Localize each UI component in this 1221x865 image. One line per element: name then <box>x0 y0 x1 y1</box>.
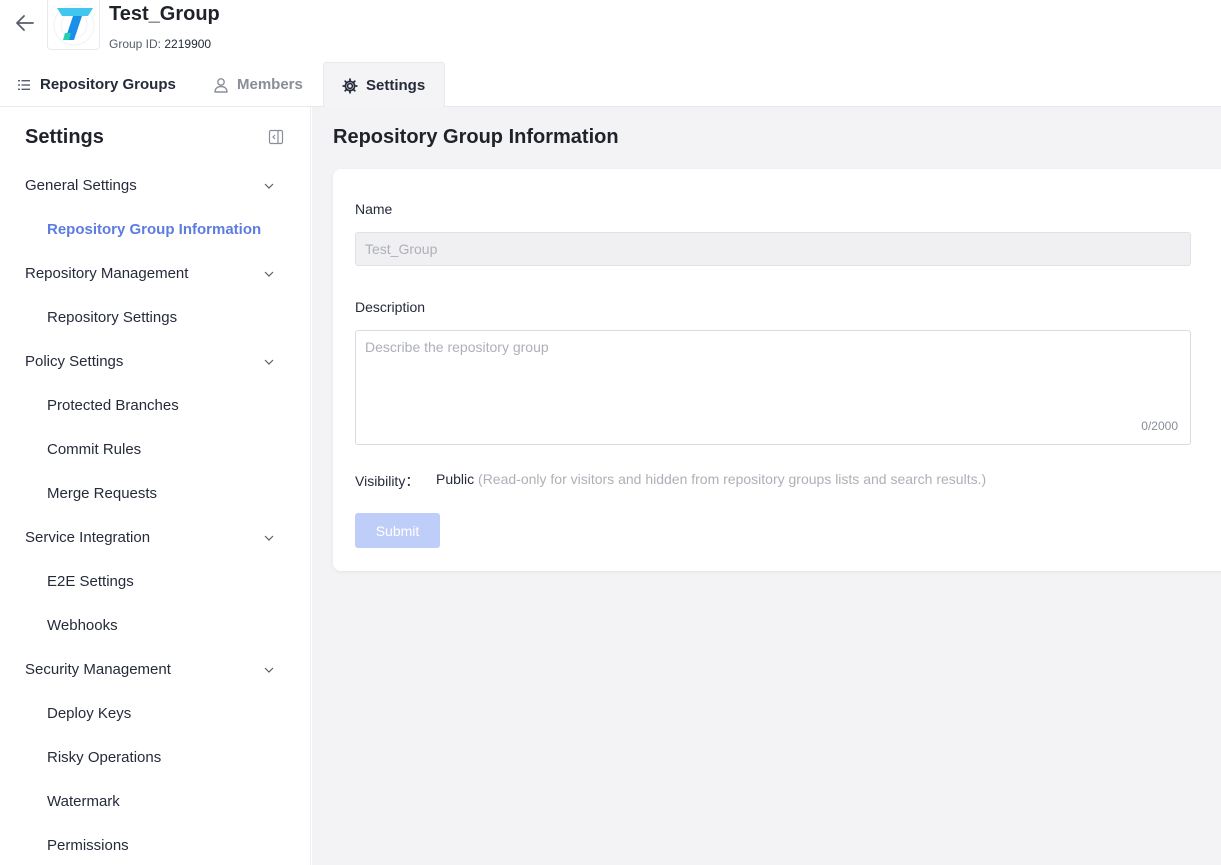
sidebar-item-risky-operations[interactable]: Risky Operations <box>47 749 161 766</box>
sidebar-item-commit-rules[interactable]: Commit Rules <box>47 441 141 458</box>
group-id-value: 2219900 <box>164 37 212 51</box>
sidebar-group-label: Security Management <box>25 661 171 678</box>
submit-button[interactable]: Submit <box>355 513 440 548</box>
sidebar-group-label: Repository Management <box>25 265 189 282</box>
sidebar-group-label: General Settings <box>25 177 137 194</box>
sidebar-item-repository-group-information[interactable]: Repository Group Information <box>47 221 261 238</box>
sidebar-item-merge-requests[interactable]: Merge Requests <box>47 485 157 502</box>
sidebar-group-label: Policy Settings <box>25 353 124 370</box>
tab-settings[interactable]: Settings <box>323 62 445 108</box>
name-input[interactable] <box>355 232 1191 266</box>
sidebar-item-webhooks[interactable]: Webhooks <box>47 617 118 634</box>
sidebar-group-service-integration[interactable]: Service Integration <box>25 529 285 551</box>
info-form-card: Name Description 0/2000 Visibility： Publ… <box>333 169 1221 571</box>
sidebar-item-protected-branches[interactable]: Protected Branches <box>47 397 179 414</box>
sidebar-group-policy-settings[interactable]: Policy Settings <box>25 353 285 375</box>
chevron-down-icon <box>264 271 274 277</box>
visibility-label: Visibility： <box>355 473 420 489</box>
tab-label: Settings <box>366 77 426 94</box>
sidebar-title: Settings <box>25 126 104 148</box>
visibility-value: Public (Read-only for visitors and hidde… <box>436 471 986 487</box>
list-icon <box>16 77 32 93</box>
collapse-sidebar-icon[interactable] <box>268 129 284 145</box>
visibility-level: Public <box>436 471 475 487</box>
gear-icon <box>342 77 358 94</box>
chevron-down-icon <box>264 359 274 365</box>
main-content: Repository Group Information Name Descri… <box>312 107 1221 865</box>
group-title: Test_Group <box>109 3 220 25</box>
description-field: 0/2000 <box>355 330 1191 445</box>
description-label: Description <box>355 299 426 315</box>
chevron-down-icon <box>264 667 274 673</box>
sidebar-item-repository-settings[interactable]: Repository Settings <box>47 309 177 326</box>
user-icon <box>213 77 229 93</box>
back-arrow-icon[interactable] <box>13 11 37 35</box>
sidebar-group-label: Service Integration <box>25 529 151 546</box>
name-label: Name <box>355 201 393 217</box>
sidebar-group-security-management[interactable]: Security Management <box>25 661 285 683</box>
sidebar-item-e2e-settings[interactable]: E2E Settings <box>47 573 134 590</box>
visibility-note: (Read-only for visitors and hidden from … <box>478 471 987 487</box>
group-id: Group ID: 2219900 <box>109 37 211 51</box>
tab-label: Repository Groups <box>40 76 176 93</box>
sidebar-item-permissions[interactable]: Permissions <box>47 837 129 854</box>
chevron-down-icon <box>264 535 274 541</box>
sidebar-group-general-settings[interactable]: General Settings <box>25 177 285 199</box>
settings-sidebar: Settings General Settings Repository Gro… <box>0 107 311 865</box>
chevron-down-icon <box>264 183 274 189</box>
page-title: Repository Group Information <box>333 126 619 148</box>
sidebar-item-watermark[interactable]: Watermark <box>47 793 120 810</box>
tab-members[interactable]: Members <box>213 62 303 107</box>
sidebar-group-repository-management[interactable]: Repository Management <box>25 265 285 287</box>
group-logo <box>47 0 100 50</box>
tab-repository-groups[interactable]: Repository Groups <box>16 62 176 107</box>
tab-bar: Repository Groups Members Settings <box>0 62 1221 108</box>
sidebar-item-deploy-keys[interactable]: Deploy Keys <box>47 705 131 722</box>
group-id-label: Group ID: <box>109 37 162 51</box>
tab-label: Members <box>237 76 303 93</box>
page-header: Test_Group Group ID: 2219900 <box>0 0 1221 62</box>
description-textarea[interactable] <box>356 331 1190 416</box>
description-char-counter: 0/2000 <box>1141 419 1178 433</box>
